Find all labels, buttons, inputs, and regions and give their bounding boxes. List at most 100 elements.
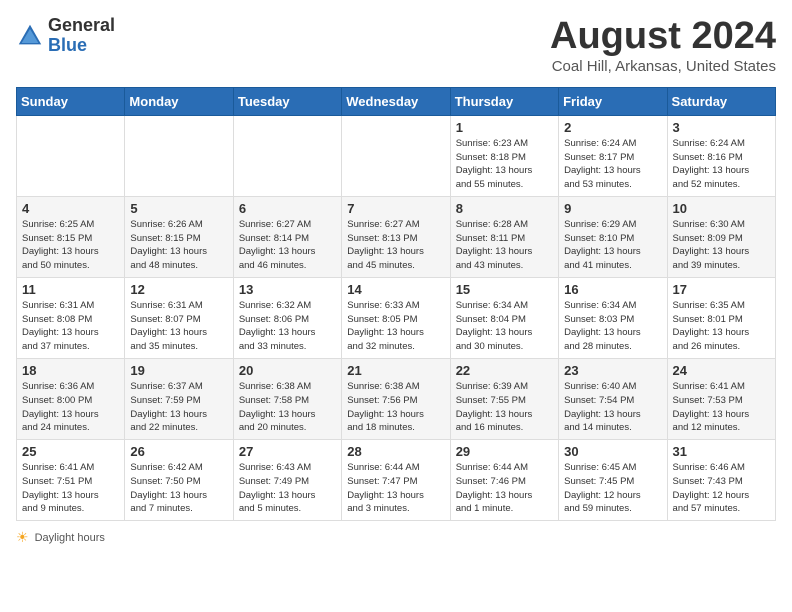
weekday-header-saturday: Saturday: [667, 87, 775, 115]
calendar-cell: 12Sunrise: 6:31 AMSunset: 8:07 PMDayligh…: [125, 277, 233, 358]
day-number: 13: [239, 282, 336, 297]
day-number: 6: [239, 201, 336, 216]
location-title: Coal Hill, Arkansas, United States: [550, 58, 776, 75]
calendar-cell: 11 Sunrise: 6:31 AMSunset: 8:08 PMDayligh…: [17, 277, 125, 358]
daylight-label: Daylight hours: [35, 532, 105, 544]
day-number: 18: [22, 363, 119, 378]
weekday-header-row: SundayMondayTuesdayWednesdayThursdayFrid…: [17, 87, 776, 115]
weekday-header-sunday: Sunday: [17, 87, 125, 115]
day-number: 17: [673, 282, 770, 297]
calendar-cell: 7Sunrise: 6:27 AMSunset: 8:13 PMDaylight…: [342, 196, 450, 277]
footer-note: ☀ Daylight hours: [16, 529, 776, 546]
calendar-cell: 2 Sunrise: 6:24 AMSunset: 8:17 PMDaylight…: [559, 115, 667, 196]
day-info: Sunrise: 6:41 AMSunset: 7:51 PMDaylight:…: [22, 461, 119, 516]
day-info: Sunrise: 6:35 AMSunset: 8:01 PMDaylight:…: [673, 299, 770, 354]
day-number: 2: [564, 120, 661, 135]
calendar-table: SundayMondayTuesdayWednesdayThursdayFrid…: [16, 87, 776, 521]
day-info: Sunrise: 6:43 AMSunset: 7:49 PMDaylight:…: [239, 461, 336, 516]
day-info: Sunrise: 6:32 AMSunset: 8:06 PMDaylight:…: [239, 299, 336, 354]
logo-text: General Blue: [48, 16, 115, 56]
logo-blue: Blue: [48, 35, 87, 55]
day-info: Sunrise: 6:24 AMSunset: 8:16 PMDaylight:…: [673, 137, 770, 192]
calendar-cell: 10 Sunrise: 6:30 AMSunset: 8:09 PMDayligh…: [667, 196, 775, 277]
calendar-cell: [342, 115, 450, 196]
day-info: Sunrise: 6:28 AMSunset: 8:11 PMDaylight:…: [456, 218, 553, 273]
day-number: 21: [347, 363, 444, 378]
day-info: Sunrise: 6:44 AMSunset: 7:47 PMDaylight:…: [347, 461, 444, 516]
weekday-header-monday: Monday: [125, 87, 233, 115]
calendar-cell: 21 Sunrise: 6:38 AMSunset: 7:56 PMDayligh…: [342, 358, 450, 439]
calendar-cell: 30 Sunrise: 6:45 AMSunset: 7:45 PMDayligh…: [559, 440, 667, 521]
day-number: 31: [673, 444, 770, 459]
calendar-cell: 31 Sunrise: 6:46 AMSunset: 7:43 PMDayligh…: [667, 440, 775, 521]
day-number: 22: [456, 363, 553, 378]
calendar-cell: 8 Sunrise: 6:28 AMSunset: 8:11 PMDaylight…: [450, 196, 558, 277]
calendar-cell: 16Sunrise: 6:34 AMSunset: 8:03 PMDayligh…: [559, 277, 667, 358]
day-info: Sunrise: 6:24 AMSunset: 8:17 PMDaylight:…: [564, 137, 661, 192]
day-number: 24: [673, 363, 770, 378]
day-info: Sunrise: 6:45 AMSunset: 7:45 PMDaylight:…: [564, 461, 661, 516]
day-number: 8: [456, 201, 553, 216]
calendar-cell: 1 Sunrise: 6:23 AMSunset: 8:18 PMDaylight…: [450, 115, 558, 196]
day-number: 14: [347, 282, 444, 297]
logo-general: General: [48, 15, 115, 35]
calendar-cell: 4Sunrise: 6:25 AMSunset: 8:15 PMDaylight…: [17, 196, 125, 277]
weekday-header-thursday: Thursday: [450, 87, 558, 115]
calendar-cell: 18 Sunrise: 6:36 AMSunset: 8:00 PMDayligh…: [17, 358, 125, 439]
day-number: 5: [130, 201, 227, 216]
day-number: 23: [564, 363, 661, 378]
day-number: 9: [564, 201, 661, 216]
day-number: 12: [130, 282, 227, 297]
day-info: Sunrise: 6:37 AMSunset: 7:59 PMDaylight:…: [130, 380, 227, 435]
day-info: Sunrise: 6:36 AMSunset: 8:00 PMDaylight:…: [22, 380, 119, 435]
day-info: Sunrise: 6:46 AMSunset: 7:43 PMDaylight:…: [673, 461, 770, 516]
day-info: Sunrise: 6:27 AMSunset: 8:13 PMDaylight:…: [347, 218, 444, 273]
day-info: Sunrise: 6:30 AMSunset: 8:09 PMDaylight:…: [673, 218, 770, 273]
calendar-cell: 6 Sunrise: 6:27 AMSunset: 8:14 PMDaylight…: [233, 196, 341, 277]
calendar-cell: 25 Sunrise: 6:41 AMSunset: 7:51 PMDayligh…: [17, 440, 125, 521]
day-info: Sunrise: 6:34 AMSunset: 8:03 PMDaylight:…: [564, 299, 661, 354]
calendar-cell: 28 Sunrise: 6:44 AMSunset: 7:47 PMDayligh…: [342, 440, 450, 521]
day-number: 10: [673, 201, 770, 216]
day-info: Sunrise: 6:33 AMSunset: 8:05 PMDaylight:…: [347, 299, 444, 354]
day-info: Sunrise: 6:38 AMSunset: 7:58 PMDaylight:…: [239, 380, 336, 435]
calendar-cell: 9Sunrise: 6:29 AMSunset: 8:10 PMDaylight…: [559, 196, 667, 277]
calendar-cell: 27Sunrise: 6:43 AMSunset: 7:49 PMDayligh…: [233, 440, 341, 521]
weekday-header-wednesday: Wednesday: [342, 87, 450, 115]
week-row-4: 18 Sunrise: 6:36 AMSunset: 8:00 PMDayligh…: [17, 358, 776, 439]
day-info: Sunrise: 6:40 AMSunset: 7:54 PMDaylight:…: [564, 380, 661, 435]
day-number: 20: [239, 363, 336, 378]
week-row-1: 1 Sunrise: 6:23 AMSunset: 8:18 PMDaylight…: [17, 115, 776, 196]
day-number: 26: [130, 444, 227, 459]
day-number: 25: [22, 444, 119, 459]
month-title: August 2024: [550, 16, 776, 58]
day-number: 1: [456, 120, 553, 135]
day-info: Sunrise: 6:38 AMSunset: 7:56 PMDaylight:…: [347, 380, 444, 435]
weekday-header-tuesday: Tuesday: [233, 87, 341, 115]
day-info: Sunrise: 6:25 AMSunset: 8:15 PMDaylight:…: [22, 218, 119, 273]
day-info: Sunrise: 6:44 AMSunset: 7:46 PMDaylight:…: [456, 461, 553, 516]
calendar-cell: 29 Sunrise: 6:44 AMSunset: 7:46 PMDayligh…: [450, 440, 558, 521]
calendar-cell: 24Sunrise: 6:41 AMSunset: 7:53 PMDayligh…: [667, 358, 775, 439]
day-number: 11: [22, 282, 119, 297]
week-row-2: 4Sunrise: 6:25 AMSunset: 8:15 PMDaylight…: [17, 196, 776, 277]
day-number: 29: [456, 444, 553, 459]
title-area: August 2024 Coal Hill, Arkansas, United …: [550, 16, 776, 75]
calendar-cell: [125, 115, 233, 196]
calendar-cell: 5 Sunrise: 6:26 AMSunset: 8:15 PMDaylight…: [125, 196, 233, 277]
day-number: 19: [130, 363, 227, 378]
day-info: Sunrise: 6:26 AMSunset: 8:15 PMDaylight:…: [130, 218, 227, 273]
day-number: 28: [347, 444, 444, 459]
week-row-3: 11 Sunrise: 6:31 AMSunset: 8:08 PMDayligh…: [17, 277, 776, 358]
calendar-cell: 23 Sunrise: 6:40 AMSunset: 7:54 PMDayligh…: [559, 358, 667, 439]
sun-icon: ☀: [16, 529, 29, 546]
logo: General Blue: [16, 16, 115, 56]
day-info: Sunrise: 6:27 AMSunset: 8:14 PMDaylight:…: [239, 218, 336, 273]
day-info: Sunrise: 6:34 AMSunset: 8:04 PMDaylight:…: [456, 299, 553, 354]
day-info: Sunrise: 6:31 AMSunset: 8:08 PMDaylight:…: [22, 299, 119, 354]
header: General Blue August 2024 Coal Hill, Arka…: [16, 16, 776, 75]
week-row-5: 25 Sunrise: 6:41 AMSunset: 7:51 PMDayligh…: [17, 440, 776, 521]
calendar-cell: [17, 115, 125, 196]
day-number: 30: [564, 444, 661, 459]
day-info: Sunrise: 6:23 AMSunset: 8:18 PMDaylight:…: [456, 137, 553, 192]
